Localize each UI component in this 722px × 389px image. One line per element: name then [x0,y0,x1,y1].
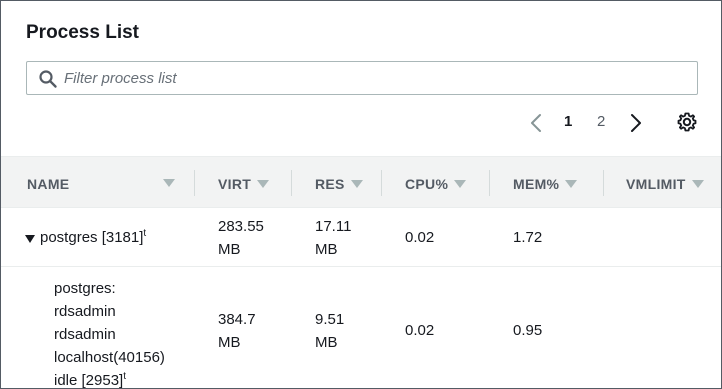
column-header-cpu[interactable]: CPU% [405,157,467,209]
sort-caret-icon [565,180,578,189]
chevron-right-icon[interactable] [624,109,648,137]
virt-cell: 384.7 MB [218,311,256,351]
mem-cell: 1.72 [513,229,543,246]
column-divider[interactable] [489,170,490,196]
process-name: postgres: rdsadmin rdsadmin localhost(40… [54,280,165,389]
column-divider[interactable] [603,170,604,196]
sort-caret-icon [257,180,270,189]
sort-caret-icon [350,180,363,189]
page-2-button[interactable]: 2 [597,113,605,141]
column-header-virt[interactable]: VIRT [218,157,270,209]
column-divider[interactable] [291,170,292,196]
column-divider[interactable] [381,170,382,196]
virt-cell: 283.55 MB [218,218,264,258]
mem-cell: 0.95 [513,322,543,339]
page-1-button[interactable]: 1 [564,113,572,141]
gear-icon[interactable] [676,111,698,133]
column-divider[interactable] [194,170,195,196]
column-header-name[interactable]: NAME [27,157,69,209]
process-name: postgres [3181]t [40,228,147,247]
cpu-cell: 0.02 [405,229,435,246]
caret-down-icon[interactable] [25,235,35,243]
search-icon [39,70,57,88]
table-row[interactable]: postgres [3181]t 283.55 MB 17.11 MB 0.02… [1,208,721,267]
process-list-panel: Process List 1 2 NAME VIRT RES CPU [0,0,722,389]
cpu-cell: 0.02 [405,322,435,339]
column-header-res[interactable]: RES [315,157,363,209]
sort-caret-icon[interactable] [163,179,175,187]
search-input[interactable] [64,62,684,94]
column-header-vmlimit[interactable]: VMLIMIT [626,157,704,209]
sort-caret-icon [691,180,704,189]
table-row[interactable]: postgres: rdsadmin rdsadmin localhost(40… [1,267,721,389]
chevron-left-icon[interactable] [525,109,549,137]
res-cell: 9.51 MB [315,311,345,351]
table-header: NAME VIRT RES CPU% MEM% VMLIMIT [1,156,721,209]
panel-title: Process List [26,22,139,43]
column-header-mem[interactable]: MEM% [513,157,578,209]
sort-caret-icon [454,180,467,189]
search-field[interactable] [26,61,698,95]
res-cell: 17.11 MB [315,218,352,258]
